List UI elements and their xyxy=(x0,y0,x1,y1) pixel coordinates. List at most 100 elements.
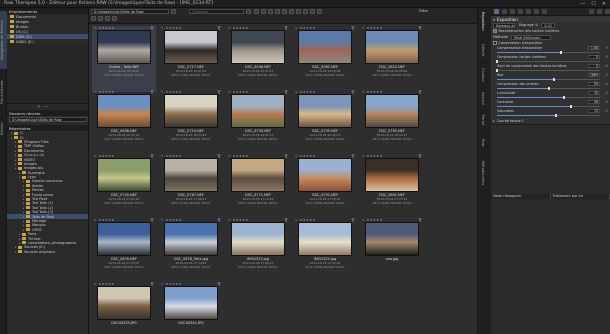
thumb-size-small-icon[interactable] xyxy=(91,16,96,21)
slider-value[interactable]: 50 xyxy=(588,82,600,86)
tool-tab-item[interactable]: Exposition xyxy=(481,12,485,31)
reset-icon[interactable]: ↺ xyxy=(605,100,608,104)
thumbnail-item[interactable]: ✎ ★★★★★ 🗑 DSC00344.JPG xyxy=(159,282,223,334)
remove-icon[interactable]: － xyxy=(44,104,48,110)
tool-tab-item[interactable]: Transf. xyxy=(481,114,485,126)
thumbnail-item[interactable]: ✎ ★★★★★ 🗑 DSC_0048.NEF 2013-10-26 15:47:43 f… xyxy=(226,26,290,92)
tool-tab-item[interactable]: Couleur xyxy=(481,68,485,82)
slider-track[interactable] xyxy=(496,60,600,63)
tool-tab-item[interactable]: Métadonnées xyxy=(481,161,485,185)
thumbnail-item[interactable]: ✎ ★★★★★ 🗑 DSC_0767.NEF 2013-10-26 17:08:11 f… xyxy=(159,154,223,220)
slider-knob[interactable] xyxy=(562,96,565,99)
highlight-reconstruct-checkbox[interactable] xyxy=(493,29,497,33)
transform-icon[interactable] xyxy=(526,9,531,14)
reset-icon[interactable]: ↺ xyxy=(605,91,608,95)
thumbnail-item[interactable]: ✎ ★★★★★ 🗑 IMG0325.jpg 2013-10-26 17:42:09 f/… xyxy=(293,218,357,284)
slider-value[interactable]: 0 xyxy=(588,64,600,68)
color-label-icon[interactable] xyxy=(289,9,294,14)
tool-tab-item[interactable]: Avancé xyxy=(481,92,485,105)
recent-icon[interactable] xyxy=(310,9,315,14)
zoom-in-icon[interactable] xyxy=(268,9,273,14)
thumbnail-image[interactable] xyxy=(97,30,151,64)
thumbnail-item[interactable]: ✎ ★★★★★ 🗑 DSC_0763.NEF 2013-10-26 16:52:27 f… xyxy=(360,90,424,156)
refresh-icon[interactable] xyxy=(171,9,176,14)
thumbnail-image[interactable] xyxy=(298,30,352,64)
color-icon[interactable] xyxy=(510,9,515,14)
slider-track[interactable] xyxy=(497,114,600,117)
star-filter-icon[interactable] xyxy=(282,9,287,14)
reset-icon[interactable]: ↺ xyxy=(605,109,608,113)
thumbnail-item[interactable]: ✎ ★★★★★ 🗑 DSC_0735.NEF 2013-10-26 16:45:53 f… xyxy=(293,90,357,156)
thumbnail-item[interactable]: ✎ ★★★★★ 🗑 IMG0323.jpg 2013-10-26 17:40:21 f/… xyxy=(226,218,290,284)
slider-knob[interactable] xyxy=(552,78,555,81)
thumbnail-image[interactable] xyxy=(231,30,285,64)
slider-knob[interactable] xyxy=(559,51,562,54)
thumbnail-item[interactable]: ✎ ★★★★★ 🗑 DSC_0878_Toits.jpg 2013-10-26 17:… xyxy=(159,218,223,284)
clip-value[interactable]: 0.02 xyxy=(541,22,556,28)
slider-knob[interactable] xyxy=(570,105,573,108)
details-icon[interactable] xyxy=(502,9,507,14)
back-icon[interactable] xyxy=(254,9,259,14)
trash-filter-icon[interactable] xyxy=(296,9,301,14)
forward-icon[interactable] xyxy=(261,9,266,14)
recent-folders-select[interactable]: S:\Images\Lyon\Toits de Raw xyxy=(9,117,87,122)
thumbnail-item[interactable]: ✎ ★★★★★ 🗑 DSC_0771.NEF 2013-10-26 17:12:49 f… xyxy=(226,154,290,220)
maximize-button[interactable]: ☐ xyxy=(591,1,595,7)
slider-knob[interactable] xyxy=(547,87,550,90)
slider-track[interactable] xyxy=(497,105,600,108)
path-field[interactable]: S:\Images\Lyon\Toits de Raw xyxy=(91,9,169,14)
slider-knob[interactable] xyxy=(496,60,498,63)
thumbnail-image[interactable] xyxy=(298,222,352,256)
thumbnail-image[interactable] xyxy=(97,286,151,320)
thumbnail-image[interactable] xyxy=(365,30,419,64)
reset-icon[interactable]: ↺ xyxy=(605,46,608,50)
thumbnail-item[interactable]: ✎ ★★★★★ 🗑 DSC_0638.NEF 2013-10-26 16:31:19 f… xyxy=(92,90,156,156)
thumbnail-image[interactable] xyxy=(231,158,285,192)
tool-tab-item[interactable]: Raw xyxy=(481,139,485,147)
thumbnail-image[interactable] xyxy=(298,158,352,192)
thumbnail-image[interactable] xyxy=(97,158,151,192)
slider-track[interactable] xyxy=(497,51,600,54)
thumb-size-large-icon[interactable] xyxy=(98,16,103,21)
thumbnail-item[interactable]: ✎ ★★★★★ 🗑 DSC_0062.NEF 2013-10-26 16:20:38 f… xyxy=(293,26,357,92)
tab-file-browser[interactable]: Navigateur de fichiers xyxy=(0,11,7,69)
thumbnail-image[interactable] xyxy=(365,158,419,192)
exposure-compress-checkbox[interactable] xyxy=(493,41,497,45)
thumbnail-image[interactable] xyxy=(231,222,285,256)
folder-tree-item[interactable]: ▸ compilations_photographes xyxy=(7,241,88,245)
table-header-batch[interactable]: Traitement par lot xyxy=(551,194,610,199)
thumbnail-image[interactable] xyxy=(164,158,218,192)
slider-track[interactable] xyxy=(496,69,600,72)
reset-icon[interactable]: ↺ xyxy=(605,73,608,77)
thumbnail-item[interactable]: ✎ ★★★★★ 🗑 DSC_0717.NEF 2013-10-26 15:47:16 f… xyxy=(159,26,223,92)
slider-value[interactable]: 30 xyxy=(588,91,600,95)
slider-knob[interactable] xyxy=(554,114,557,117)
thumbnail-image[interactable] xyxy=(231,94,285,128)
thumbnail-item[interactable]: ✎ ★★★★★ 🗑 DSC_0876.NEF 2013-10-26 17:33:07 f… xyxy=(92,218,156,284)
rank-filter-icon[interactable] xyxy=(105,16,110,21)
paste-profile-icon[interactable] xyxy=(597,9,602,14)
slider-knob[interactable] xyxy=(496,69,498,72)
reset-icon[interactable] xyxy=(605,9,610,14)
table-header-histogram[interactable]: Mode Histogram xyxy=(491,194,551,199)
thumbnail-item[interactable]: ✎ ★★★★★ 🗑 DSC_0740.NEF 2013-10-26 17:01:40 f… xyxy=(92,154,156,220)
tool-tab-item[interactable]: Détails xyxy=(481,44,485,56)
slider-value[interactable]: 49 xyxy=(588,100,600,104)
slider-value[interactable]: 1.08 xyxy=(588,46,600,50)
reset-icon[interactable]: ↺ xyxy=(605,64,608,68)
thumbnail-item[interactable]: ✎ ★★★★★ 🗑 DSC00335.JPG xyxy=(92,282,156,334)
thumbnail-image[interactable] xyxy=(164,286,218,320)
info-icon[interactable] xyxy=(317,9,322,14)
thumbnail-image[interactable] xyxy=(164,222,218,256)
slider-value[interactable]: 0 xyxy=(588,55,600,59)
raw-icon[interactable] xyxy=(534,9,539,14)
filter-label[interactable]: Filtre xyxy=(419,9,428,13)
slider-track[interactable] xyxy=(497,78,600,81)
folder-tree-item[interactable]: ▸ Sources originaux xyxy=(7,250,88,254)
slider-track[interactable] xyxy=(497,87,600,90)
thumbnail-image[interactable] xyxy=(298,94,352,128)
advanced-icon[interactable] xyxy=(518,9,523,14)
auto-levels-button[interactable]: Niveaux auto xyxy=(493,22,515,28)
method-select[interactable]: Mixé (Mélange) xyxy=(510,34,551,40)
thumbnail-image[interactable] xyxy=(97,222,151,256)
